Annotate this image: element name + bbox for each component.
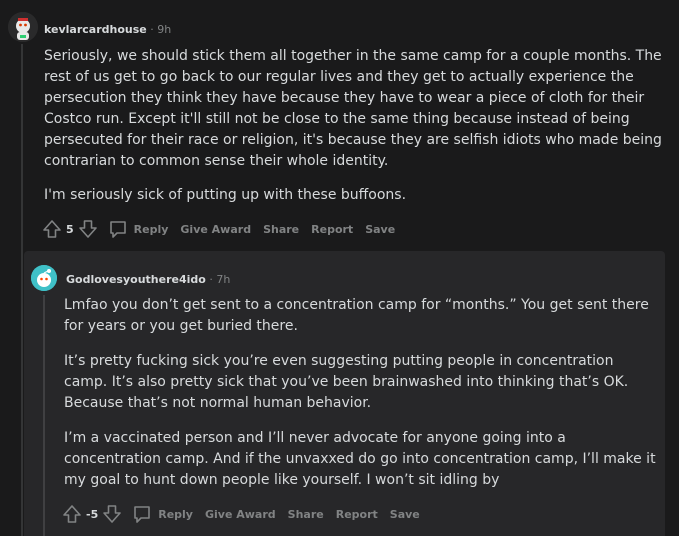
comment-paragraph: I’m a vaccinated person and I’ll never a… [64,430,656,488]
vote-count: 5 [66,222,74,236]
comment-meta: Godlovesyouthere4ido · 7h [66,273,230,287]
thread-collapse-line[interactable] [21,44,23,536]
comment-meta: kevlarcardhouse · 9h [44,23,171,37]
comment-author[interactable]: kevlarcardhouse [44,23,147,36]
share-button[interactable]: Share [263,223,299,236]
downvote-arrow-icon[interactable] [102,504,122,524]
comment-thread: kevlarcardhouse · 9h Seriously, we shoul… [0,0,679,536]
comment-paragraph: Lmfao you don’t get sent to a concentrat… [64,297,649,334]
avatar[interactable] [31,265,57,291]
comment-paragraph: Seriously, we should stick them all toge… [44,48,662,169]
upvote-arrow-icon[interactable] [62,504,82,524]
meta-separator: · [209,273,213,286]
meta-separator: · [150,23,154,36]
comment-body: Lmfao you don’t get sent to a concentrat… [64,295,656,505]
comment-body: Seriously, we should stick them all toge… [44,46,670,219]
speech-bubble-icon[interactable] [132,504,152,524]
downvote-arrow-icon[interactable] [78,219,98,239]
give-award-button[interactable]: Give Award [205,508,276,521]
reply-comment: Godlovesyouthere4ido · 7h Lmfao you don’… [24,251,665,536]
save-button[interactable]: Save [365,223,395,236]
reply-button[interactable]: Reply [134,223,169,236]
report-button[interactable]: Report [336,508,378,521]
comment-actions: -5 Reply Give Award Share Report Save [62,504,432,524]
comment-paragraph: It’s pretty fucking sick you’re even sug… [64,353,629,411]
save-button[interactable]: Save [390,508,420,521]
give-award-button[interactable]: Give Award [180,223,251,236]
snoo-avatar-icon [8,12,38,42]
comment-actions: 5 Reply Give Award Share Report Save [42,219,407,239]
share-button[interactable]: Share [288,508,324,521]
comment-timestamp[interactable]: 7h [216,273,230,286]
comment-paragraph: I'm seriously sick of putting up with th… [44,187,407,203]
avatar[interactable] [8,12,38,42]
reply-button[interactable]: Reply [158,508,193,521]
speech-bubble-icon[interactable] [108,219,128,239]
comment-author[interactable]: Godlovesyouthere4ido [66,273,206,286]
comment-timestamp[interactable]: 9h [157,23,171,36]
report-button[interactable]: Report [311,223,353,236]
upvote-arrow-icon[interactable] [42,219,62,239]
vote-count: -5 [86,507,99,521]
thread-collapse-line[interactable] [43,295,45,536]
snoo-avatar-icon [31,265,57,291]
